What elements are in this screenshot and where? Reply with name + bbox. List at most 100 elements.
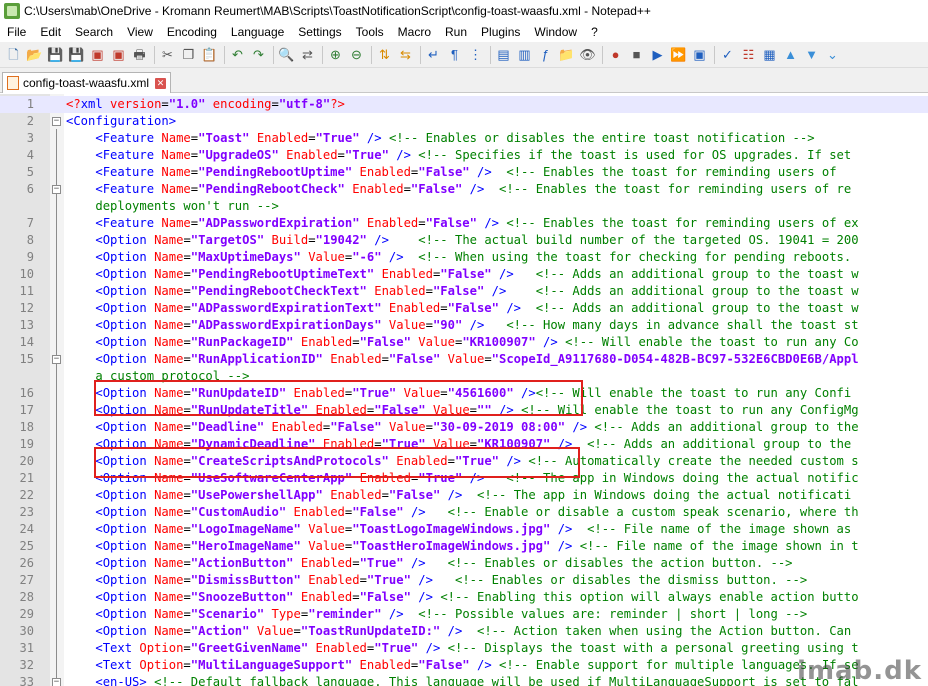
spell-list-icon[interactable]: ☷ bbox=[739, 45, 758, 64]
stop-macro-icon[interactable]: ■ bbox=[627, 45, 646, 64]
record-macro-icon[interactable]: ● bbox=[606, 45, 625, 64]
code-line[interactable]: deployments won't run --> bbox=[0, 198, 928, 215]
token-tag: <Option bbox=[95, 284, 147, 298]
doc-map-icon[interactable]: ▥ bbox=[515, 45, 534, 64]
menu-macro[interactable]: Macro bbox=[391, 22, 438, 42]
code-line[interactable]: 33 <en-US> <!-- Default fallback languag… bbox=[0, 674, 928, 686]
more-icon[interactable]: ⌄ bbox=[823, 45, 842, 64]
line-number: 16 bbox=[19, 386, 34, 400]
editor-area[interactable]: 1 <?xml version="1.0" encoding="utf-8"?> 2… bbox=[0, 94, 928, 686]
zoom-out-icon[interactable]: ⊖ bbox=[347, 45, 366, 64]
code-line[interactable]: 3 <Feature Name="Toast" Enabled="True" /… bbox=[0, 130, 928, 147]
tab-config-toast-waasfu[interactable]: config-toast-waasfu.xml ✕ bbox=[2, 72, 172, 93]
menu-edit[interactable]: Edit bbox=[33, 22, 68, 42]
code-line[interactable]: 15 <Option Name="RunApplicationID" Enabl… bbox=[0, 351, 928, 368]
menu-tools[interactable]: Tools bbox=[349, 22, 391, 42]
save-macro-icon[interactable]: ▣ bbox=[690, 45, 709, 64]
code-line[interactable]: 22 <Option Name="UsePowershellApp" Enabl… bbox=[0, 487, 928, 504]
undo-icon[interactable]: ↶ bbox=[228, 45, 247, 64]
code-line[interactable]: 13 <Option Name="ADPasswordExpirationDay… bbox=[0, 317, 928, 334]
save-icon[interactable]: 💾 bbox=[46, 45, 65, 64]
redo-icon[interactable]: ↷ bbox=[249, 45, 268, 64]
code-line[interactable]: 30 <Option Name="Action" Value="ToastRun… bbox=[0, 623, 928, 640]
close-all-icon[interactable]: ▣ bbox=[109, 45, 128, 64]
code-line[interactable]: 4 <Feature Name="UpgradeOS" Enabled="Tru… bbox=[0, 147, 928, 164]
code-text: <Option Name="CustomAudio" Enabled="Fals… bbox=[66, 504, 858, 521]
line-number: 4 bbox=[26, 148, 34, 162]
cut-icon[interactable]: ✂ bbox=[158, 45, 177, 64]
save-all-icon[interactable]: 💾 bbox=[67, 45, 86, 64]
fold-toggle-icon[interactable]: − bbox=[52, 678, 61, 686]
code-line[interactable]: 24 <Option Name="LogoImageName" Value="T… bbox=[0, 521, 928, 538]
code-line[interactable]: 7 <Feature Name="ADPasswordExpiration" E… bbox=[0, 215, 928, 232]
menu-help[interactable]: ? bbox=[584, 22, 605, 42]
play-multiple-icon[interactable]: ⏩ bbox=[669, 45, 688, 64]
code-line[interactable]: 31 <Text Option="GreetGivenName" Enabled… bbox=[0, 640, 928, 657]
code-line[interactable]: 2 <Configuration> bbox=[0, 113, 928, 130]
code-line[interactable]: 5 <Feature Name="PendingRebootUptime" En… bbox=[0, 164, 928, 181]
zoom-in-icon[interactable]: ⊕ bbox=[326, 45, 345, 64]
sync-vertical-icon[interactable]: ⇅ bbox=[375, 45, 394, 64]
monitoring-icon[interactable]: 👁 bbox=[578, 45, 597, 64]
code-line[interactable]: 23 <Option Name="CustomAudio" Enabled="F… bbox=[0, 504, 928, 521]
code-line[interactable]: 1 <?xml version="1.0" encoding="utf-8"?> bbox=[0, 96, 928, 113]
replace-icon[interactable]: ⇄ bbox=[298, 45, 317, 64]
token-txt: = bbox=[183, 522, 191, 536]
copy-icon[interactable]: ❐ bbox=[179, 45, 198, 64]
code-line[interactable]: 27 <Option Name="DismissButton" Enabled=… bbox=[0, 572, 928, 589]
menu-plugins[interactable]: Plugins bbox=[474, 22, 527, 42]
udl-icon[interactable]: ▤ bbox=[494, 45, 513, 64]
code-line[interactable]: 32 <Text Option="MultiLanguageSupport" E… bbox=[0, 657, 928, 674]
menu-run[interactable]: Run bbox=[438, 22, 474, 42]
show-all-chars-icon[interactable]: ¶ bbox=[445, 45, 464, 64]
paste-icon[interactable]: 📋 bbox=[200, 45, 219, 64]
line-number: 7 bbox=[26, 216, 34, 230]
code-line[interactable]: 12 <Option Name="ADPasswordExpirationTex… bbox=[0, 300, 928, 317]
token-tag: /> bbox=[447, 624, 463, 638]
token-attr: Value bbox=[418, 335, 455, 349]
fold-toggle-icon[interactable]: − bbox=[52, 185, 61, 194]
token-tag: <Option bbox=[95, 624, 147, 638]
code-line[interactable]: 10 <Option Name="PendingRebootUptimeText… bbox=[0, 266, 928, 283]
code-line[interactable]: 9 <Option Name="MaxUptimeDays" Value="-6… bbox=[0, 249, 928, 266]
find-icon[interactable]: 🔍 bbox=[277, 45, 296, 64]
menu-search[interactable]: Search bbox=[68, 22, 120, 42]
panel-icon[interactable]: ▦ bbox=[760, 45, 779, 64]
down-arrow-icon[interactable]: ▼ bbox=[802, 45, 821, 64]
menu-encoding[interactable]: Encoding bbox=[160, 22, 224, 42]
menu-view[interactable]: View bbox=[120, 22, 160, 42]
folder-workspace-icon[interactable]: 📁 bbox=[557, 45, 576, 64]
menu-window[interactable]: Window bbox=[527, 22, 584, 42]
menu-language[interactable]: Language bbox=[224, 22, 291, 42]
up-arrow-icon[interactable]: ▲ bbox=[781, 45, 800, 64]
code-line[interactable]: 14 <Option Name="RunPackageID" Enabled="… bbox=[0, 334, 928, 351]
indent-guide-icon[interactable]: ⋮ bbox=[466, 45, 485, 64]
code-line[interactable]: 28 <Option Name="SnoozeButton" Enabled="… bbox=[0, 589, 928, 606]
line-number: 27 bbox=[19, 573, 34, 587]
fold-toggle-icon[interactable]: − bbox=[52, 355, 61, 364]
print-icon[interactable]: 🖶 bbox=[130, 45, 149, 64]
close-icon[interactable]: ▣ bbox=[88, 45, 107, 64]
code-line[interactable]: 25 <Option Name="HeroImageName" Value="T… bbox=[0, 538, 928, 555]
open-file-icon[interactable]: 📂 bbox=[25, 45, 44, 64]
new-file-icon[interactable]: 🗋 bbox=[4, 45, 23, 64]
code-line[interactable]: 29 <Option Name="Scenario" Type="reminde… bbox=[0, 606, 928, 623]
code-line[interactable]: 18 <Option Name="Deadline" Enabled="Fals… bbox=[0, 419, 928, 436]
function-list-icon[interactable]: ƒ bbox=[536, 45, 555, 64]
spell-check-icon[interactable]: ✓ bbox=[718, 45, 737, 64]
fold-toggle-icon[interactable]: − bbox=[52, 117, 61, 126]
code-line[interactable]: 26 <Option Name="ActionButton" Enabled="… bbox=[0, 555, 928, 572]
code-line[interactable]: 6 <Feature Name="PendingRebootCheck" Ena… bbox=[0, 181, 928, 198]
token-pi: ?> bbox=[330, 97, 345, 111]
menu-settings[interactable]: Settings bbox=[291, 22, 348, 42]
word-wrap-icon[interactable]: ↵ bbox=[424, 45, 443, 64]
token-attr: Enabled bbox=[330, 488, 382, 502]
code-line[interactable]: 8 <Option Name="TargetOS" Build="19042" … bbox=[0, 232, 928, 249]
tab-close-icon[interactable]: ✕ bbox=[155, 77, 167, 89]
code-line[interactable]: 11 <Option Name="PendingRebootCheckText"… bbox=[0, 283, 928, 300]
sync-horizontal-icon[interactable]: ⇆ bbox=[396, 45, 415, 64]
menu-file[interactable]: File bbox=[0, 22, 33, 42]
play-macro-icon[interactable]: ▶ bbox=[648, 45, 667, 64]
code-text: <Option Name="RunApplicationID" Enabled=… bbox=[66, 351, 858, 368]
